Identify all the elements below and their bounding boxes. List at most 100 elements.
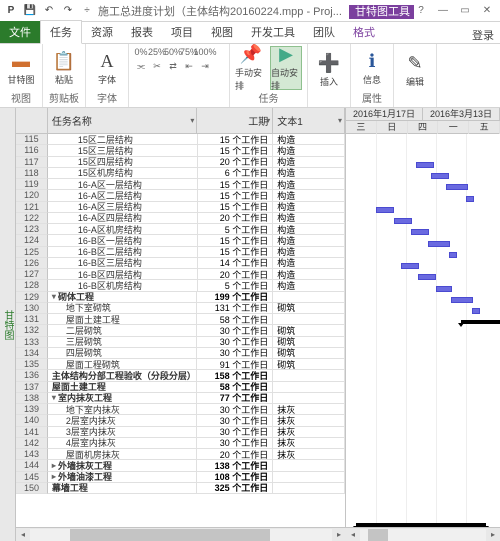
table-row[interactable]: 11715区四层结构20 个工作日构造	[16, 157, 345, 168]
cell-text1[interactable]	[273, 370, 345, 381]
cell-duration[interactable]: 30 个工作日	[197, 337, 273, 348]
tab-team[interactable]: 团队	[304, 21, 344, 43]
cell-text1[interactable]: 构造	[273, 134, 345, 145]
cell-name[interactable]: ▸外墙油漆工程	[48, 472, 198, 483]
cell-name[interactable]: 16-B区三层结构	[48, 258, 198, 269]
cell-text1[interactable]: 构造	[273, 145, 345, 156]
table-row[interactable]: 129▾砌体工程199 个工作日	[16, 292, 345, 303]
cell-duration[interactable]: 5 个工作日	[198, 280, 274, 291]
cell-name[interactable]: 屋面机房抹灰	[48, 449, 198, 460]
table-row[interactable]: 11515区二层结构15 个工作日构造	[16, 134, 345, 145]
cell-name[interactable]: 4层室内抹灰	[48, 438, 198, 449]
cell-name[interactable]: ▸外墙抹灰工程	[48, 460, 198, 471]
cell-text1[interactable]: 构造	[273, 269, 345, 280]
cell-name[interactable]: 16-B区二层结构	[48, 247, 198, 258]
cell-text1[interactable]: 砌筑	[273, 303, 345, 314]
tab-project[interactable]: 项目	[162, 21, 202, 43]
expand-icon[interactable]: ▸	[52, 461, 56, 470]
cell-duration[interactable]: 30 个工作日	[197, 415, 273, 426]
redo-icon[interactable]: ↷	[60, 3, 76, 19]
table-row[interactable]: 12816-B区机房结构5 个工作日构造	[16, 280, 345, 291]
cell-duration[interactable]: 138 个工作日	[197, 460, 273, 471]
pct-100-button[interactable]: 100%	[198, 46, 212, 58]
cell-name[interactable]: 屋面土建工程	[48, 314, 198, 325]
gantt-task-bar[interactable]	[418, 274, 436, 280]
col-text1[interactable]: 文本1▾	[273, 108, 345, 133]
cell-name[interactable]: 16-B区一层结构	[48, 235, 198, 246]
cell-text1[interactable]: 砌筑	[273, 337, 345, 348]
cell-text1[interactable]: 构造	[273, 202, 345, 213]
cell-duration[interactable]: 20 个工作日	[198, 269, 274, 280]
cell-name[interactable]: 16-A区一层结构	[48, 179, 198, 190]
undo-icon[interactable]: ↶	[41, 3, 57, 19]
cell-duration[interactable]: 158 个工作日	[197, 370, 273, 381]
gantt-task-bar[interactable]	[431, 173, 449, 179]
hscroll-gantt[interactable]: ◂ ▸	[346, 527, 500, 541]
cell-name[interactable]: 主体结构分部工程验收（分段分层）	[48, 370, 198, 381]
paste-button[interactable]: 📋 粘贴	[48, 46, 80, 90]
cell-duration[interactable]: 91 个工作日	[197, 359, 273, 370]
tab-dev[interactable]: 开发工具	[242, 21, 304, 43]
cell-duration[interactable]: 131 个工作日	[197, 303, 273, 314]
cell-name[interactable]: 3层室内抹灰	[48, 427, 198, 438]
info-button[interactable]: ℹ 信息	[356, 46, 388, 90]
pct-25-button[interactable]: 25%	[150, 46, 164, 58]
collapse-icon[interactable]: ▾	[52, 393, 56, 402]
gantt-chart[interactable]	[346, 134, 500, 541]
cell-name[interactable]: 15区二层结构	[48, 134, 198, 145]
scroll-right-icon[interactable]: ▸	[332, 530, 346, 539]
gantt-task-bar[interactable]	[472, 308, 480, 314]
cell-duration[interactable]: 15 个工作日	[198, 134, 274, 145]
cell-name[interactable]: 二层砌筑	[48, 325, 198, 336]
gantt-task-bar[interactable]	[436, 286, 452, 292]
cell-text1[interactable]: 构造	[273, 247, 345, 258]
cell-duration[interactable]: 20 个工作日	[197, 449, 273, 460]
cell-name[interactable]: 15区机房结构	[48, 168, 198, 179]
cell-duration[interactable]: 325 个工作日	[197, 483, 273, 494]
tab-report[interactable]: 报表	[122, 21, 162, 43]
cell-duration[interactable]: 15 个工作日	[198, 247, 274, 258]
cell-duration[interactable]: 15 个工作日	[198, 235, 274, 246]
table-row[interactable]: 12016-A区二层结构15 个工作日构造	[16, 190, 345, 201]
tab-task[interactable]: 任务	[40, 20, 82, 44]
cell-text1[interactable]: 抹灰	[273, 427, 345, 438]
table-row[interactable]: 1424层室内抹灰30 个工作日抹灰	[16, 438, 345, 449]
cell-text1[interactable]: 构造	[273, 190, 345, 201]
cell-text1[interactable]: 抹灰	[273, 404, 345, 415]
cell-duration[interactable]: 108 个工作日	[197, 472, 273, 483]
pct-50-button[interactable]: 50%	[166, 46, 180, 58]
cell-duration[interactable]: 5 个工作日	[198, 224, 274, 235]
gantt-task-bar[interactable]	[466, 196, 474, 202]
table-row[interactable]: 1402层室内抹灰30 个工作日抹灰	[16, 415, 345, 426]
cell-text1[interactable]: 抹灰	[273, 415, 345, 426]
gantt-task-bar[interactable]	[401, 263, 419, 269]
expand-icon[interactable]: ▸	[52, 472, 56, 481]
table-row[interactable]: 130地下室砌筑131 个工作日砌筑	[16, 303, 345, 314]
dropdown-icon[interactable]: ▾	[190, 116, 194, 125]
cell-name[interactable]: ▾室内抹灰工程	[48, 393, 198, 404]
table-row[interactable]: 12216-A区四层结构20 个工作日构造	[16, 213, 345, 224]
cell-text1[interactable]: 构造	[273, 280, 345, 291]
cell-duration[interactable]: 30 个工作日	[197, 427, 273, 438]
table-row[interactable]: 145▸外墙油漆工程108 个工作日	[16, 472, 345, 483]
insert-button[interactable]: ➕ 插入	[313, 48, 345, 92]
gantt-task-bar[interactable]	[376, 207, 394, 213]
cell-duration[interactable]: 30 个工作日	[197, 404, 273, 415]
table-row[interactable]: 133三层砌筑30 个工作日砌筑	[16, 337, 345, 348]
collapse-icon[interactable]: ▾	[52, 292, 56, 301]
dropdown-icon[interactable]: ▾	[338, 116, 342, 125]
cell-name[interactable]: 16-A区三层结构	[48, 202, 198, 213]
unlink-icon[interactable]: ✂	[150, 60, 164, 72]
scroll-right-icon[interactable]: ▸	[486, 530, 500, 539]
cell-duration[interactable]: 15 个工作日	[198, 202, 274, 213]
cell-name[interactable]: 屋面工程砌筑	[48, 359, 198, 370]
pct-0-button[interactable]: 0%	[134, 46, 148, 58]
gantt-task-bar[interactable]	[416, 162, 434, 168]
cell-name[interactable]: 16-A区二层结构	[48, 190, 198, 201]
gantt-view-button[interactable]: ▬ 甘特图	[5, 46, 37, 90]
cell-name[interactable]: 16-A区机房结构	[48, 224, 198, 235]
restore-icon[interactable]: ▭	[458, 5, 472, 16]
col-name[interactable]: 任务名称▾	[48, 108, 198, 133]
cell-name[interactable]: 16-B区四层结构	[48, 269, 198, 280]
tab-file[interactable]: 文件	[0, 21, 40, 43]
